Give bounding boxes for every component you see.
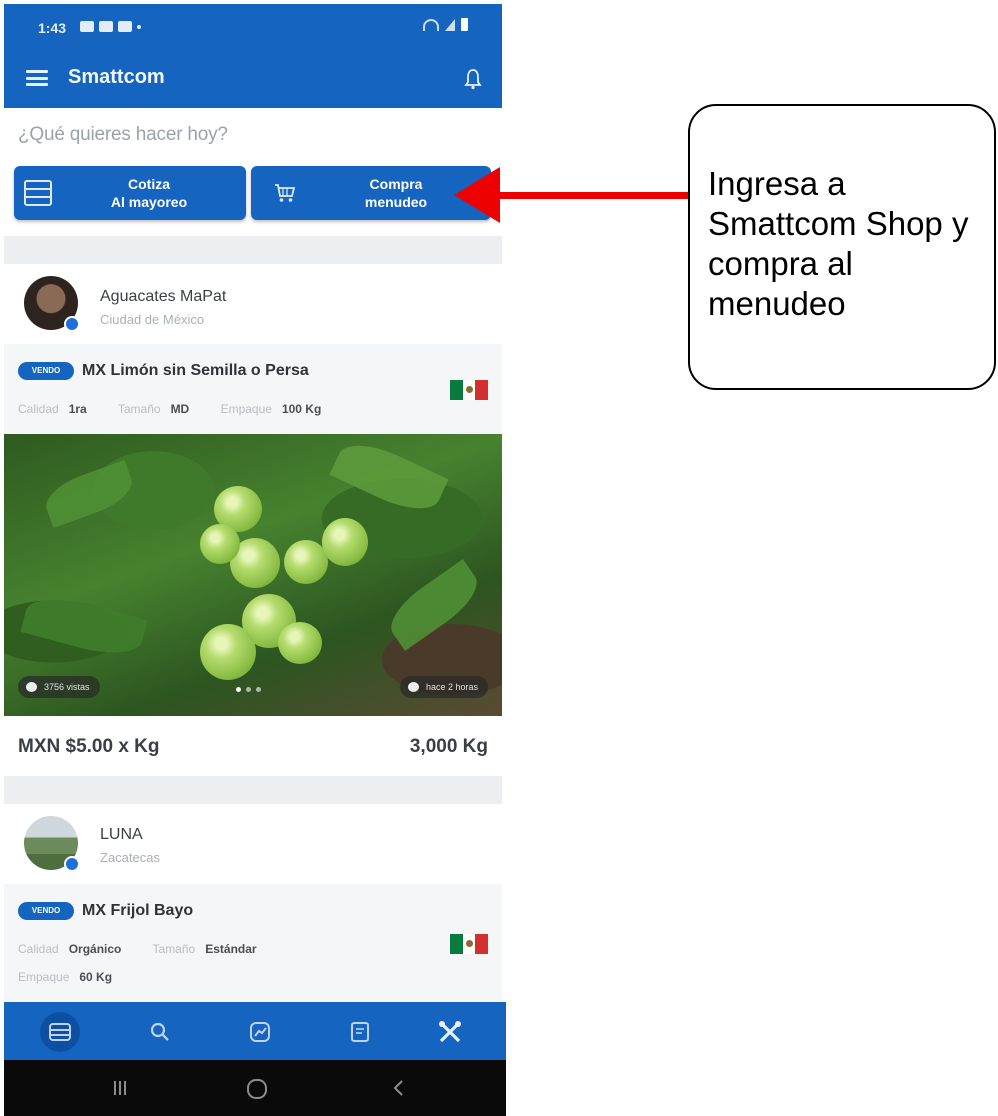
cart-icon (275, 184, 296, 202)
callout-text: Ingresa a Smattcom Shop y compra al menu… (708, 165, 969, 322)
youtube-notification-icon-2 (118, 21, 132, 32)
home-icon[interactable] (246, 1078, 268, 1100)
carousel-dots[interactable] (236, 687, 261, 692)
product-specs: Calidad 1ra Tamaño MD Empaque 100 Kg (18, 402, 322, 416)
leaf-shape (20, 589, 148, 663)
status-badge: VENDO (18, 902, 74, 920)
screenshot-canvas: 1:43 Smattcom ¿Qué quieres hacer hoy? Co… (0, 0, 998, 1116)
annotation-arrow-head (454, 167, 500, 223)
product-price: MXN $5.00 x Kg (18, 736, 160, 757)
lime-fruit (284, 540, 328, 584)
feed-icon (49, 1023, 71, 1041)
status-bar: 1:43 (4, 4, 502, 48)
phone-screen: 1:43 Smattcom ¿Qué quieres hacer hoy? Co… (4, 4, 506, 1116)
product-quantity: 3,000 Kg (409, 736, 488, 757)
bell-icon[interactable] (464, 68, 482, 90)
search-icon (150, 1022, 169, 1041)
back-icon[interactable] (390, 1078, 406, 1098)
nav-search[interactable] (140, 1012, 180, 1052)
cotiza-mayoreo-button[interactable]: Cotiza Al mayoreo (14, 166, 246, 220)
annotation-arrow-shaft (496, 192, 690, 199)
app-bar: Smattcom (4, 48, 502, 108)
posted-time-pill: hace 2 horas (399, 676, 488, 698)
post-seller-header[interactable]: Aguacates MaPat Ciudad de México (4, 264, 502, 344)
nav-chart[interactable] (240, 1012, 280, 1052)
signal-icon (445, 19, 455, 31)
mail-notification-icon (99, 21, 113, 32)
nav-feed[interactable] (40, 1012, 80, 1052)
lime-fruit (322, 518, 368, 566)
annotation-callout: Ingresa a Smattcom Shop y compra al menu… (688, 104, 996, 390)
product-title[interactable]: MX Frijol Bayo (82, 902, 193, 920)
stack-icon (24, 180, 52, 206)
product-photo[interactable]: 3756 vistas hace 2 horas (4, 434, 502, 716)
youtube-notification-icon (80, 21, 94, 32)
product-specs: Calidad Orgánico Tamaño Estándar (18, 942, 257, 956)
recent-apps-icon[interactable] (110, 1078, 130, 1098)
lime-fruit (278, 622, 322, 664)
bottom-navigation (4, 1002, 506, 1060)
more-notifications-dot-icon (137, 25, 141, 29)
nav-tools[interactable] (430, 1012, 470, 1052)
status-time: 1:43 (38, 20, 67, 36)
seller-name[interactable]: Aguacates MaPat (100, 288, 226, 306)
leaf-shape (329, 434, 449, 522)
battery-icon (461, 18, 468, 31)
section-divider (4, 776, 502, 804)
price-row[interactable]: MXN $5.00 x Kg 3,000 Kg (4, 716, 502, 776)
product-header[interactable]: VENDO MX Limón sin Semilla o Persa Calid… (4, 344, 502, 434)
system-navigation-bar (4, 1060, 506, 1116)
nav-notes[interactable] (340, 1012, 380, 1052)
views-pill: 3756 vistas (18, 676, 100, 698)
app-title: Smattcom (68, 66, 165, 88)
seller-name[interactable]: LUNA (100, 826, 143, 844)
verified-badge-icon (64, 316, 80, 332)
wifi-icon (423, 19, 439, 31)
post-seller-header[interactable]: LUNA Zacatecas (4, 804, 502, 884)
seller-location: Ciudad de México (100, 312, 205, 327)
seller-location: Zacatecas (100, 850, 160, 865)
eye-icon (26, 682, 37, 692)
notification-icons (80, 21, 141, 32)
leaf-shape (39, 459, 139, 529)
system-status-icons (423, 18, 468, 31)
compra-button-label: Compra menudeo (364, 176, 428, 210)
product-title[interactable]: MX Limón sin Semilla o Persa (82, 362, 309, 380)
leaf-shape (380, 559, 488, 651)
status-badge: VENDO (18, 362, 74, 380)
clock-icon (407, 682, 419, 692)
lime-fruit (200, 624, 256, 680)
notes-icon (351, 1022, 369, 1042)
chart-icon (250, 1022, 270, 1042)
tools-icon (439, 1021, 461, 1043)
product-specs-packaging: Empaque 60 Kg (18, 970, 113, 984)
mexico-flag-icon (450, 934, 489, 954)
mexico-flag-icon (450, 380, 489, 400)
cotiza-button-label: Cotiza Al mayoreo (110, 176, 188, 210)
product-header[interactable]: VENDO MX Frijol Bayo Calidad Orgánico Tam… (4, 884, 502, 1002)
section-divider (4, 236, 502, 264)
lime-fruit (200, 524, 240, 564)
hamburger-menu-icon[interactable] (26, 70, 48, 86)
verified-badge-icon (64, 856, 80, 872)
home-prompt: ¿Qué quieres hacer hoy? (18, 124, 228, 145)
